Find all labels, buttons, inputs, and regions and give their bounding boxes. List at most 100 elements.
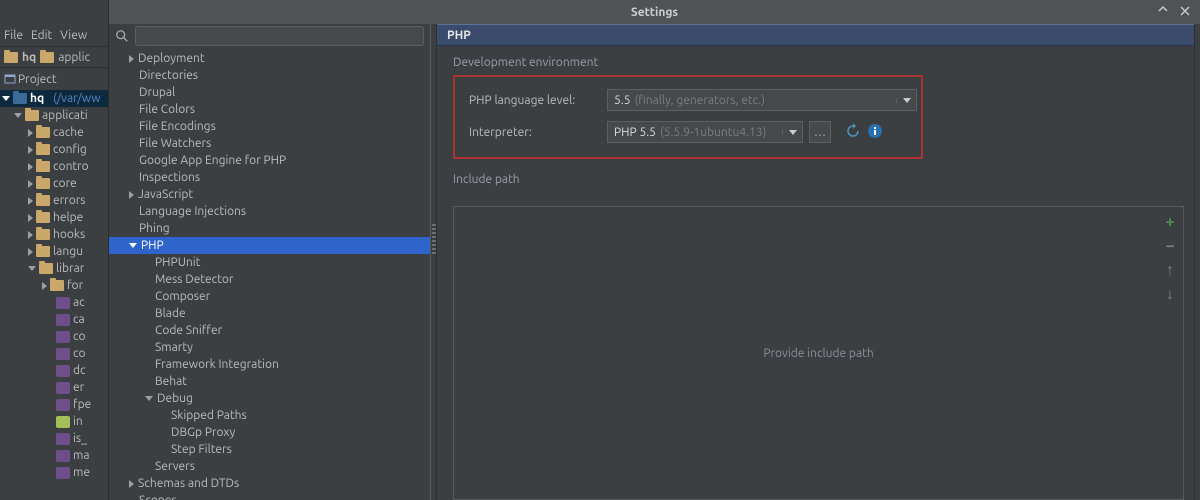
- settings-item-phpunit[interactable]: PHPUnit: [109, 254, 430, 271]
- tree-file[interactable]: is_: [73, 432, 87, 445]
- chevron-right-icon[interactable]: [129, 480, 134, 488]
- settings-item-javascript[interactable]: JavaScript: [109, 186, 430, 203]
- folder-icon: [40, 52, 54, 63]
- settings-search-input[interactable]: [135, 26, 424, 46]
- settings-item-servers[interactable]: Servers: [109, 458, 430, 475]
- chevron-right-icon[interactable]: [28, 180, 33, 188]
- project-tree[interactable]: hq (/var/ww applicati cache config contr…: [0, 90, 108, 500]
- chevron-right-icon[interactable]: [28, 248, 33, 256]
- maximize-button[interactable]: [1154, 2, 1172, 20]
- chevron-right-icon[interactable]: [129, 191, 134, 199]
- php-file-icon: [56, 348, 70, 360]
- settings-item-skipped-paths[interactable]: Skipped Paths: [109, 407, 430, 424]
- settings-item-behat[interactable]: Behat: [109, 373, 430, 390]
- tree-file[interactable]: co: [73, 330, 86, 343]
- tree-file[interactable]: me: [73, 466, 90, 479]
- chevron-down-icon[interactable]: [782, 130, 802, 135]
- settings-item-php[interactable]: PHP: [109, 237, 430, 254]
- tree-folder[interactable]: langu: [53, 245, 83, 258]
- chevron-right-icon[interactable]: [28, 163, 33, 171]
- lang-level-combo[interactable]: 5.5(finally, generators, etc.): [607, 89, 917, 111]
- chevron-right-icon[interactable]: [28, 214, 33, 222]
- settings-item-drupal[interactable]: Drupal: [109, 84, 430, 101]
- settings-tree[interactable]: DeploymentDirectoriesDrupalFile ColorsFi…: [109, 48, 430, 500]
- chevron-down-icon[interactable]: [2, 96, 10, 101]
- toolwindow-title[interactable]: Project: [18, 73, 57, 86]
- settings-item-code-sniffer[interactable]: Code Sniffer: [109, 322, 430, 339]
- tree-folder[interactable]: core: [53, 177, 77, 190]
- settings-item-scopes[interactable]: Scopes: [109, 492, 430, 500]
- settings-item-file-colors[interactable]: File Colors: [109, 101, 430, 118]
- breadcrumb-root[interactable]: hq: [22, 51, 36, 64]
- breadcrumb-folder[interactable]: applic: [58, 51, 90, 64]
- chevron-right-icon[interactable]: [28, 129, 33, 137]
- tree-folder[interactable]: helpe: [53, 211, 83, 224]
- include-path-title: Include path: [453, 173, 1184, 186]
- move-down-button[interactable]: ↓: [1161, 285, 1179, 303]
- settings-item-label: Inspections: [139, 171, 200, 184]
- settings-item-file-watchers[interactable]: File Watchers: [109, 135, 430, 152]
- menu-file[interactable]: File: [4, 29, 23, 42]
- refresh-button[interactable]: [845, 123, 861, 142]
- chevron-right-icon[interactable]: [28, 197, 33, 205]
- settings-item-schemas-and-dtds[interactable]: Schemas and DTDs: [109, 475, 430, 492]
- include-path-list[interactable]: Provide include path + − ↑ ↓: [453, 206, 1184, 500]
- chevron-right-icon[interactable]: [42, 282, 47, 290]
- info-icon[interactable]: [867, 123, 883, 142]
- settings-item-dbgp-proxy[interactable]: DBGp Proxy: [109, 424, 430, 441]
- tree-folder[interactable]: librar: [56, 262, 84, 275]
- tree-folder[interactable]: errors: [53, 194, 85, 207]
- settings-item-composer[interactable]: Composer: [109, 288, 430, 305]
- settings-item-deployment[interactable]: Deployment: [109, 50, 430, 67]
- chevron-down-icon[interactable]: [896, 98, 916, 103]
- tree-folder[interactable]: config: [53, 143, 87, 156]
- tree-folder[interactable]: hooks: [53, 228, 85, 241]
- tree-folder[interactable]: cache: [53, 126, 84, 139]
- settings-item-inspections[interactable]: Inspections: [109, 169, 430, 186]
- tree-file[interactable]: co: [73, 347, 86, 360]
- folder-icon: [4, 52, 18, 63]
- tree-file[interactable]: ma: [73, 449, 90, 462]
- tree-file[interactable]: ca: [73, 313, 85, 326]
- settings-item-framework-integration[interactable]: Framework Integration: [109, 356, 430, 373]
- settings-item-directories[interactable]: Directories: [109, 67, 430, 84]
- move-up-button[interactable]: ↑: [1161, 261, 1179, 279]
- tree-file[interactable]: dc: [73, 364, 86, 377]
- settings-item-google-app-engine-for-php[interactable]: Google App Engine for PHP: [109, 152, 430, 169]
- settings-item-label: Google App Engine for PHP: [139, 154, 286, 167]
- interpreter-combo[interactable]: PHP 5.5(5.5.9-1ubuntu4.13): [607, 121, 803, 143]
- scrollbar[interactable]: [1194, 24, 1200, 500]
- settings-item-debug[interactable]: Debug: [109, 390, 430, 407]
- settings-item-mess-detector[interactable]: Mess Detector: [109, 271, 430, 288]
- project-root[interactable]: hq: [30, 92, 44, 105]
- main-menubar: File Edit View: [0, 24, 108, 46]
- settings-item-file-encodings[interactable]: File Encodings: [109, 118, 430, 135]
- folder-icon: [36, 161, 50, 172]
- menu-view[interactable]: View: [60, 29, 87, 42]
- settings-item-label: Scopes: [139, 494, 177, 500]
- menu-edit[interactable]: Edit: [31, 29, 52, 42]
- settings-item-language-injections[interactable]: Language Injections: [109, 203, 430, 220]
- chevron-right-icon[interactable]: [28, 231, 33, 239]
- tree-folder[interactable]: contro: [53, 160, 89, 173]
- tree-file[interactable]: er: [73, 381, 84, 394]
- tree-file[interactable]: in: [73, 415, 83, 428]
- chevron-down-icon[interactable]: [145, 396, 153, 401]
- chevron-down-icon[interactable]: [129, 243, 137, 248]
- remove-button[interactable]: −: [1161, 237, 1179, 255]
- add-button[interactable]: +: [1161, 213, 1179, 231]
- tree-folder[interactable]: for: [67, 279, 83, 292]
- close-button[interactable]: [1176, 2, 1194, 20]
- tree-file[interactable]: fpe: [73, 398, 91, 411]
- chevron-down-icon[interactable]: [28, 266, 36, 271]
- browse-button[interactable]: …: [809, 121, 831, 143]
- settings-item-step-filters[interactable]: Step Filters: [109, 441, 430, 458]
- tree-folder[interactable]: applicati: [42, 109, 88, 122]
- settings-item-phing[interactable]: Phing: [109, 220, 430, 237]
- chevron-right-icon[interactable]: [129, 55, 134, 63]
- settings-item-blade[interactable]: Blade: [109, 305, 430, 322]
- tree-file[interactable]: ac: [73, 296, 85, 309]
- chevron-right-icon[interactable]: [28, 146, 33, 154]
- chevron-down-icon[interactable]: [14, 113, 22, 118]
- settings-item-smarty[interactable]: Smarty: [109, 339, 430, 356]
